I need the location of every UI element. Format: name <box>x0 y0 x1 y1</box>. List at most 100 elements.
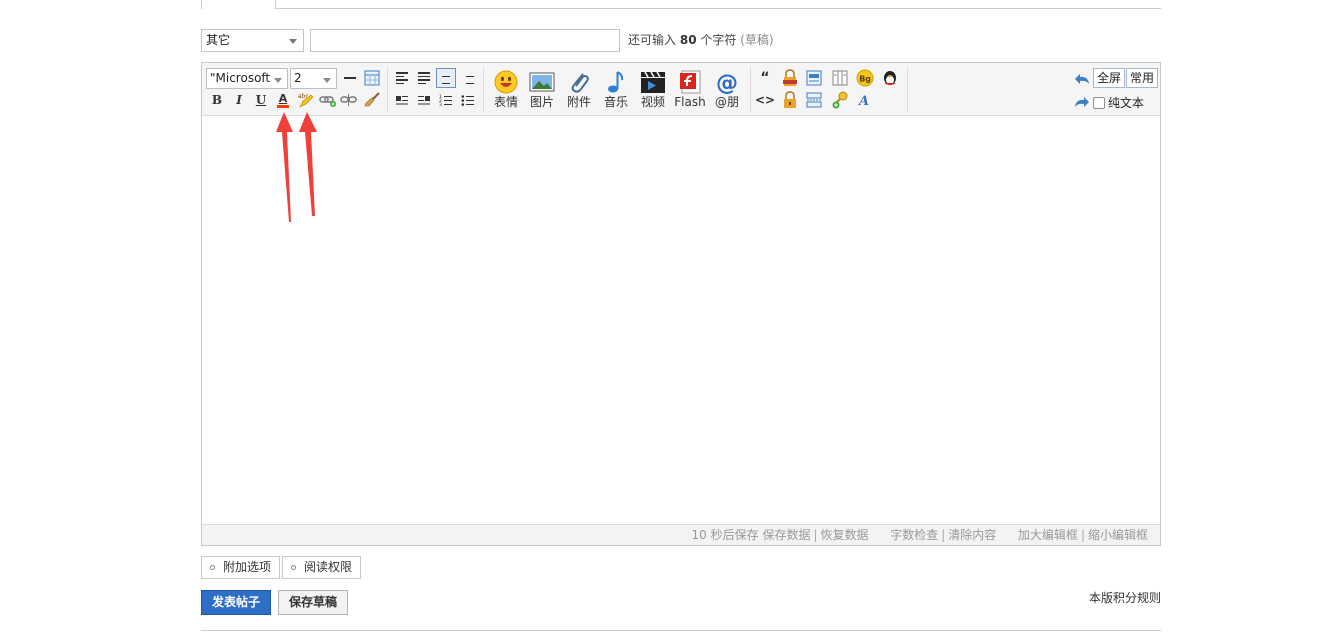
penguin-icon <box>884 71 896 85</box>
red-arrow-left <box>276 112 293 222</box>
image-label: 图片 <box>529 95 554 109</box>
key-plus-icon <box>832 91 848 109</box>
unordered-list-button[interactable] <box>458 90 478 110</box>
svg-text:@: @ <box>716 71 738 94</box>
red-arrow-right <box>299 112 317 216</box>
code-icon: <> <box>754 93 776 107</box>
fullscreen-button[interactable]: 全屏 <box>1093 68 1126 88</box>
remove-link-button[interactable] <box>339 90 359 110</box>
active-tab[interactable] <box>201 0 276 9</box>
underline-icon: U <box>255 93 267 107</box>
bg-icon: Bg <box>856 69 874 87</box>
save-draft-button[interactable]: 保存草稿 <box>278 590 348 615</box>
title-input[interactable] <box>310 29 620 52</box>
background-button[interactable]: Bg <box>855 68 875 88</box>
column-button[interactable] <box>830 68 850 88</box>
align-center-button[interactable] <box>436 68 456 88</box>
mention-button[interactable]: @ @朋 <box>709 69 745 113</box>
float-left-button[interactable] <box>392 90 412 110</box>
music-button[interactable]: 音乐 <box>598 69 634 113</box>
align-left-button[interactable] <box>392 68 412 88</box>
clear-content-link[interactable]: 清除内容 <box>948 528 996 542</box>
read-permission-button[interactable]: 阅读权限 <box>282 556 362 579</box>
smiley-icon <box>494 70 518 94</box>
flash-icon <box>680 70 701 94</box>
plain-text-label: 纯文本 <box>1108 96 1145 110</box>
word-check-link[interactable]: 字数检查 <box>890 528 938 542</box>
reward-button[interactable] <box>830 90 850 110</box>
password-button[interactable] <box>780 90 800 110</box>
separator: | <box>813 528 818 542</box>
music-note-icon <box>608 71 624 93</box>
float-left-icon <box>396 96 408 105</box>
font-size-select[interactable]: 2 <box>290 68 337 89</box>
undo-button[interactable] <box>1072 69 1092 89</box>
bottom-divider <box>201 630 1161 631</box>
lock-icon <box>784 91 796 108</box>
common-button[interactable]: 常用 <box>1126 68 1159 88</box>
music-label: 音乐 <box>603 95 628 109</box>
extra-options-label: 附加选项 <box>223 560 272 574</box>
horizontal-rule-button[interactable] <box>340 68 360 88</box>
image-icon <box>529 72 555 92</box>
plain-text-toggle[interactable]: 纯文本 <box>1093 94 1144 111</box>
tab-strip-line <box>276 8 1161 9</box>
highlighter-icon: abc <box>298 93 314 108</box>
category-select[interactable]: 其它 <box>201 29 304 52</box>
brush-icon <box>364 92 380 107</box>
flash-label: Flash <box>674 95 706 109</box>
read-permission-label: 阅读权限 <box>304 560 353 574</box>
shrink-editor-link[interactable]: 缩小编辑框 <box>1088 528 1148 542</box>
svg-text:Bg: Bg <box>859 75 871 84</box>
attachment-label: 附件 <box>566 95 591 109</box>
table-button[interactable] <box>362 68 382 88</box>
float-right-button[interactable] <box>414 90 434 110</box>
unlink-icon <box>340 94 357 106</box>
page-break-button[interactable] <box>804 90 824 110</box>
bold-button[interactable]: B <box>207 90 227 110</box>
quote-button[interactable]: “ <box>755 68 775 88</box>
enlarge-editor-link[interactable]: 加大编辑框 <box>1018 528 1078 542</box>
counter-suffix: 个字符 <box>700 33 737 47</box>
align-left-icon <box>396 72 408 84</box>
code-button[interactable]: <> <box>755 90 775 110</box>
chevron-down-icon <box>323 78 331 83</box>
mention-label: @朋 <box>714 95 739 109</box>
emoji-button[interactable]: 表情 <box>488 69 524 113</box>
free-content-button[interactable] <box>780 68 800 88</box>
font-color-icon: A <box>278 91 288 105</box>
italic-button[interactable]: I <box>229 90 249 110</box>
save-data-link[interactable]: 保存数据 <box>762 528 810 542</box>
hide-content-button[interactable] <box>804 68 824 88</box>
align-right-button[interactable] <box>458 68 478 88</box>
editor-content-area[interactable] <box>202 117 1160 524</box>
submit-post-button[interactable]: 发表帖子 <box>201 590 271 615</box>
separator: | <box>1080 528 1085 542</box>
insert-link-button[interactable] <box>318 90 338 110</box>
font-family-select[interactable]: "Microsoft <box>206 68 288 89</box>
background-color-button[interactable]: abc <box>295 90 315 110</box>
underline-button[interactable]: U <box>251 90 271 110</box>
font-style-button[interactable]: A <box>855 90 875 110</box>
plain-text-checkbox[interactable] <box>1093 96 1105 109</box>
align-justify-button[interactable] <box>414 68 434 88</box>
extra-options-button[interactable]: 附加选项 <box>201 556 281 579</box>
credit-rules-link[interactable]: 本版积分规则 <box>1089 590 1161 606</box>
redo-button[interactable] <box>1072 92 1092 112</box>
restore-data-link[interactable]: 恢复数据 <box>821 528 869 542</box>
flash-button[interactable]: Flash <box>672 69 708 113</box>
align-justify-icon <box>418 72 430 84</box>
fullscreen-label: 全屏 <box>1097 71 1122 85</box>
image-button[interactable]: 图片 <box>524 69 560 113</box>
video-button[interactable]: 视频 <box>635 69 671 113</box>
editor-toolbar: "Microsoft 2 B I U A abc 1 2 3 表情 图片 附件 … <box>202 63 1160 116</box>
attachment-button[interactable]: 附件 <box>561 69 597 113</box>
link-icon <box>319 96 336 107</box>
qq-button[interactable] <box>880 68 900 88</box>
font-color-button[interactable]: A <box>273 90 293 110</box>
autosave-text: 10 秒后保存 <box>691 528 759 542</box>
clear-format-button[interactable] <box>362 90 382 110</box>
redo-icon <box>1075 97 1089 107</box>
editor-statusbar: 10 秒后保存 保存数据 | 恢复数据 字数检查 | 清除内容 加大编辑框 | 缩小编辑框 <box>202 524 1160 545</box>
ordered-list-button[interactable]: 1 2 3 <box>436 90 456 110</box>
